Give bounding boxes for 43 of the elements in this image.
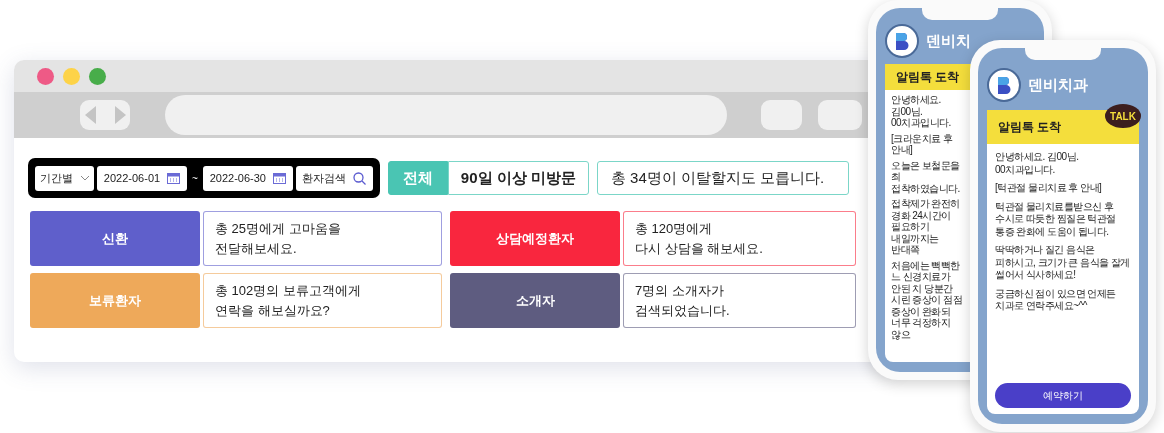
maximize-dot-icon[interactable]	[89, 67, 106, 85]
message-paragraph: 딱딱하거나 질긴 음식은 피하시고, 크기가 큰 음식을 잘게 썰어서 식사하세요!	[995, 244, 1131, 282]
calendar-icon	[273, 172, 286, 184]
message-paragraph: 접착제가 완전히 경화 24시간이 필요하기 내일까지는 반대쪽	[891, 198, 961, 256]
address-bar[interactable]	[165, 95, 727, 135]
toolbar-button[interactable]	[818, 100, 862, 130]
period-dropdown[interactable]: 기간별	[35, 165, 94, 191]
segment-button[interactable]: 신환	[30, 211, 200, 266]
search-icon	[353, 171, 367, 185]
banner-title: 알림톡 도착	[896, 68, 960, 86]
minimize-dot-icon[interactable]	[63, 67, 80, 85]
close-dot-icon[interactable]	[37, 67, 54, 85]
summary-message: 총 34명이 이탈할지도 모릅니다.	[596, 161, 849, 195]
segment-button[interactable]: 상담예정환자	[450, 211, 620, 266]
filter-tab[interactable]: 90일 이상 미방문	[447, 161, 589, 195]
talk-speech-bubble: TALK	[1105, 104, 1141, 128]
message-paragraph: [크라운치료 후 안내]	[891, 132, 954, 156]
message-paragraph: [턱관절 물리치료 후 안내]	[995, 182, 1103, 195]
reserve-button[interactable]: 예약하기	[995, 383, 1131, 408]
segment-button[interactable]: 소개자	[450, 273, 620, 328]
back-forward-icon[interactable]	[80, 100, 130, 130]
clinic-name: 덴비치과	[1028, 75, 1088, 95]
chevron-down-icon	[79, 175, 90, 181]
patient-search-button[interactable]: 환자검색	[295, 165, 373, 191]
logo-avatar-icon	[885, 24, 919, 58]
start-date-field[interactable]: 2022-06-01	[97, 165, 187, 191]
message-paragraph: 궁금하신 점이 있으면 언제든 치과로 연락주세요~^^	[995, 287, 1117, 313]
segment-message: 총 102명의 보류고객에게 연락을 해보실까요?	[203, 273, 442, 328]
clinic-name: 덴비치	[926, 31, 971, 51]
logo-avatar-icon	[987, 68, 1021, 102]
segment-message: 7명의 소개자가 검색되었습니다.	[623, 273, 856, 328]
message-paragraph: 턱관절 물리치료를받으신 후 수시로 따듯한 찜질은 턱관절 통증 완화에 도움이 됩니다.	[995, 200, 1117, 238]
date-range-separator: ~	[191, 172, 199, 184]
message-paragraph: 오늘은 보철문을 최 접착하였습니다.	[891, 159, 961, 194]
calendar-icon	[167, 172, 181, 184]
segment-message: 총 120명에게 다시 상담을 해보세요.	[623, 211, 856, 266]
segment-message: 총 25명에게 고마움을 전달해보세요.	[203, 211, 442, 266]
message-paragraph: 안녕하세요. 김00님. 00치과입니다.	[995, 151, 1080, 176]
message-paragraph: 처음에는 뻑뻑한 느 신경치료가 안된 치 당분간 시린 증상이 점점 증상이 완화되 너무 걱정하지 않으	[891, 259, 964, 340]
message-paragraph: 안녕하세요. 김00님. 00치과입니다.	[891, 94, 952, 129]
toolbar-button[interactable]	[761, 100, 802, 130]
end-date-field[interactable]: 2022-06-30	[202, 165, 293, 191]
banner-title: 알림톡 도착	[998, 118, 1062, 136]
